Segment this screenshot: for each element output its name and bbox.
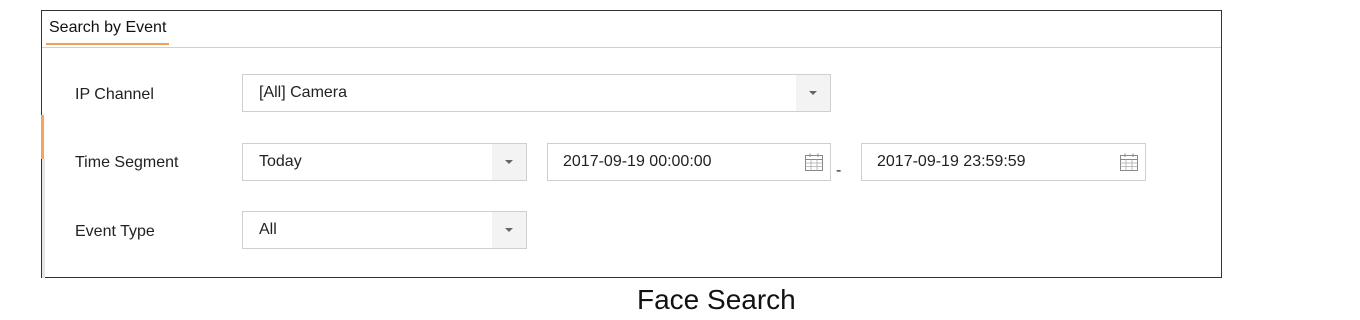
time-segment-label: Time Segment (75, 154, 179, 171)
time-segment-select[interactable]: Today (242, 143, 527, 181)
time-segment-dropdown-button[interactable] (492, 144, 526, 180)
ip-channel-dropdown-button[interactable] (796, 75, 830, 111)
section-divider-line (42, 159, 45, 278)
start-datetime-value: 2017-09-19 00:00:00 (563, 153, 712, 170)
calendar-icon[interactable] (804, 152, 824, 172)
chevron-down-icon (505, 228, 513, 232)
time-segment-value: Today (259, 153, 302, 170)
date-range-separator: - (836, 162, 842, 179)
end-datetime-field[interactable]: 2017-09-19 23:59:59 (861, 143, 1146, 181)
event-type-select[interactable]: All (242, 211, 527, 249)
ip-channel-label: IP Channel (75, 86, 154, 103)
ip-channel-select[interactable]: [All] Camera (242, 74, 831, 112)
event-type-value: All (259, 221, 277, 238)
event-type-label: Event Type (75, 223, 155, 240)
end-datetime-value: 2017-09-19 23:59:59 (877, 153, 1026, 170)
start-datetime-field[interactable]: 2017-09-19 00:00:00 (547, 143, 831, 181)
event-type-dropdown-button[interactable] (492, 212, 526, 248)
figure-caption: Face Search (637, 284, 796, 315)
tab-search-by-event[interactable]: Search by Event (46, 11, 170, 45)
search-by-event-panel: Search by Event IP Channel [All] Camera … (41, 10, 1222, 278)
ip-channel-value: [All] Camera (259, 84, 348, 101)
chevron-down-icon (505, 160, 513, 164)
active-section-marker (41, 115, 44, 159)
tab-bar: Search by Event (42, 11, 1221, 48)
chevron-down-icon (809, 91, 817, 95)
calendar-icon[interactable] (1119, 152, 1139, 172)
